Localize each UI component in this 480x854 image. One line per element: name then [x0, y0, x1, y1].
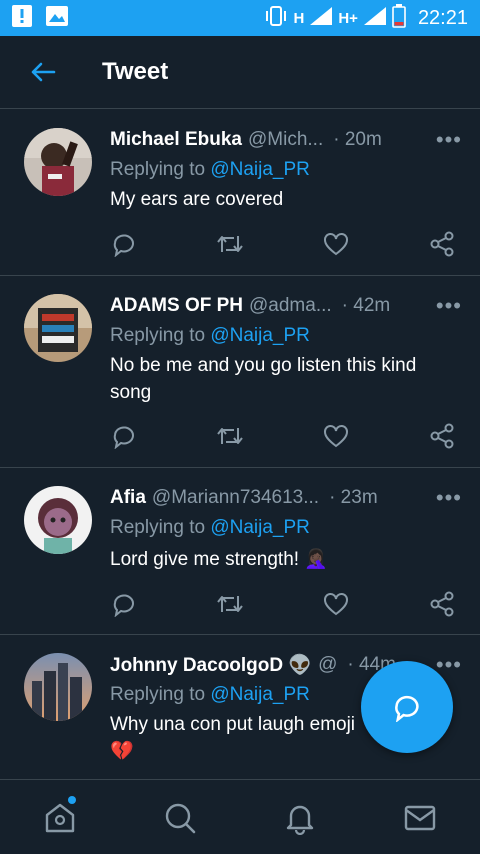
- signal-icon: [363, 7, 386, 29]
- clock: 22:21: [417, 6, 468, 29]
- battery-icon: [392, 4, 406, 32]
- share-button[interactable]: [428, 590, 456, 618]
- replying-to: Replying to @Naija_PR: [110, 156, 462, 184]
- retweet-button[interactable]: [216, 230, 244, 258]
- like-button[interactable]: [322, 422, 350, 450]
- more-options-button[interactable]: •••: [436, 484, 462, 512]
- author-name[interactable]: Michael Ebuka: [110, 129, 242, 151]
- tweet-item[interactable]: Michael Ebuka @Mich... · 20m ••• Replyin…: [0, 110, 480, 276]
- mention-link[interactable]: @Naija_PR: [210, 325, 310, 346]
- avatar[interactable]: [24, 653, 92, 721]
- tweet-text: Why una con put laugh emoji 💔: [110, 714, 356, 762]
- nav-notifications[interactable]: [280, 798, 320, 838]
- compose-reply-button[interactable]: [361, 661, 453, 753]
- retweet-icon: [217, 596, 243, 612]
- avatar[interactable]: [24, 128, 92, 196]
- reply-icon: [113, 426, 134, 449]
- tweet-actions: [110, 422, 460, 450]
- replying-to-label: Replying to: [110, 159, 206, 180]
- nav-search[interactable]: [160, 798, 200, 838]
- mention-link[interactable]: @Naija_PR: [210, 159, 310, 180]
- more-options-button[interactable]: •••: [436, 292, 462, 320]
- heart-icon: [324, 425, 348, 448]
- reply-icon: [113, 594, 134, 617]
- replying-to-label: Replying to: [110, 684, 206, 705]
- search-icon: [165, 803, 196, 834]
- reply-icon: [113, 234, 134, 257]
- bottom-navigation: [0, 779, 480, 854]
- like-button[interactable]: [322, 590, 350, 618]
- arrow-left-icon: [31, 62, 56, 82]
- tweet-text: No be me and you go listen this kind son…: [110, 355, 417, 403]
- like-button[interactable]: [322, 230, 350, 258]
- tweet-text: My ears are covered: [110, 189, 284, 210]
- share-button[interactable]: [428, 422, 456, 450]
- replying-to-label: Replying to: [110, 325, 206, 346]
- top-bar: Tweet: [0, 36, 480, 109]
- timestamp: · 20m: [333, 129, 382, 150]
- author-name[interactable]: Afia: [110, 487, 146, 509]
- network-type-1: H: [293, 9, 305, 27]
- tweet-item[interactable]: Afia @Mariann734613... · 23m ••• Replyin…: [0, 468, 480, 635]
- retweet-icon: [217, 428, 243, 444]
- nav-home[interactable]: [40, 796, 80, 838]
- share-icon: [430, 591, 454, 617]
- avatar[interactable]: [24, 294, 92, 362]
- status-bar: H H+ 22:21: [0, 0, 480, 36]
- reply-button[interactable]: [110, 422, 138, 450]
- share-icon: [430, 231, 454, 257]
- back-button[interactable]: [0, 36, 86, 109]
- heart-icon: [324, 233, 348, 256]
- notifications-icon: [286, 805, 314, 835]
- page-title: Tweet: [102, 58, 169, 85]
- signal-icon: [310, 7, 333, 29]
- timestamp: · 23m: [329, 487, 378, 508]
- retweet-button[interactable]: [216, 590, 244, 618]
- more-options-button[interactable]: •••: [436, 126, 462, 154]
- nav-messages[interactable]: [400, 798, 440, 838]
- tweet-actions: [110, 230, 460, 258]
- new-content-dot: [68, 796, 76, 804]
- share-icon: [430, 423, 454, 449]
- author-name[interactable]: Johnny DacoolgoD 👽: [110, 653, 312, 677]
- vibrate-icon: [264, 6, 288, 30]
- author-handle[interactable]: @Mariann734613...: [152, 487, 319, 509]
- retweet-icon: [217, 236, 243, 252]
- tweet-text: Lord give me strength! 🤦🏿‍♀️: [110, 549, 328, 570]
- mention-link[interactable]: @Naija_PR: [210, 684, 310, 705]
- author-name[interactable]: ADAMS OF PH: [110, 295, 243, 317]
- avatar[interactable]: [24, 486, 92, 554]
- heart-icon: [324, 593, 348, 616]
- tweet-actions: [110, 590, 460, 618]
- author-handle[interactable]: @Mich...: [248, 129, 323, 151]
- alert-icon: [12, 4, 32, 32]
- reply-button[interactable]: [110, 590, 138, 618]
- reply-button[interactable]: [110, 230, 138, 258]
- reply-icon: [395, 695, 419, 722]
- replying-to-label: Replying to: [110, 517, 206, 538]
- share-button[interactable]: [428, 230, 456, 258]
- home-icon: [45, 803, 75, 833]
- replying-to: Replying to @Naija_PR: [110, 514, 462, 542]
- author-handle[interactable]: @adma...: [249, 295, 332, 317]
- messages-icon: [404, 805, 436, 831]
- network-type-2: H+: [338, 9, 358, 27]
- replying-to: Replying to @Naija_PR: [110, 322, 462, 350]
- image-icon: [46, 5, 68, 31]
- timestamp: · 42m: [341, 295, 391, 316]
- author-handle[interactable]: @: [318, 654, 337, 676]
- tweet-item[interactable]: ADAMS OF PH @adma... · 42m ••• Replying …: [0, 276, 480, 468]
- retweet-button[interactable]: [216, 422, 244, 450]
- mention-link[interactable]: @Naija_PR: [210, 517, 310, 538]
